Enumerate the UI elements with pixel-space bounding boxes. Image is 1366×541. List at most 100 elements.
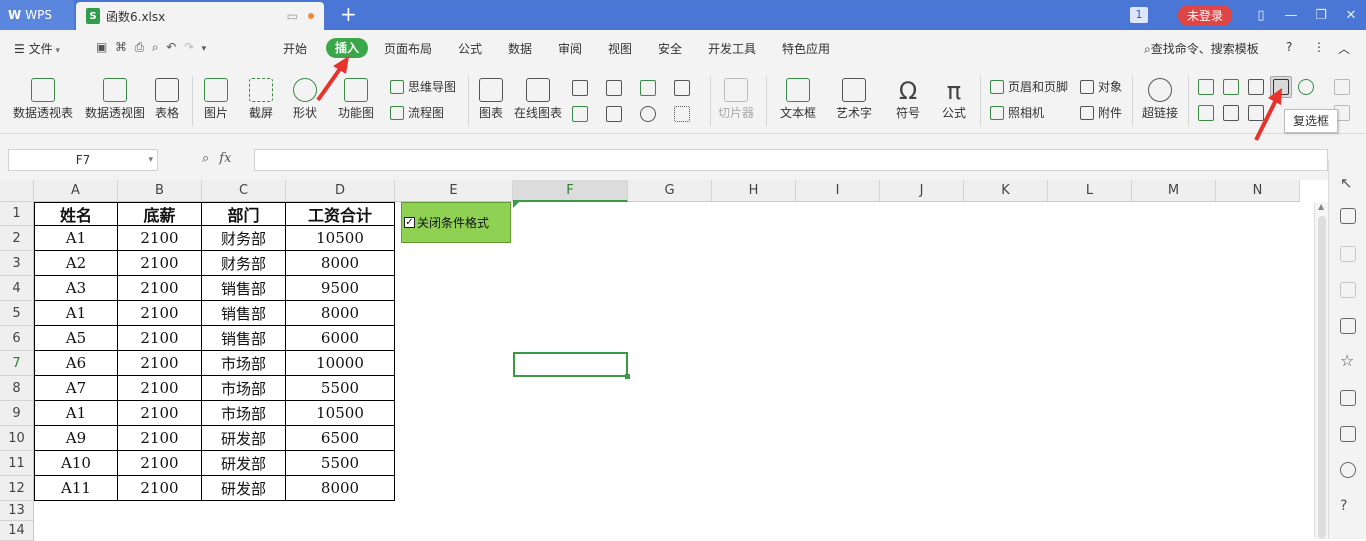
hyperlink-button[interactable]: 超链接 [1140, 78, 1180, 121]
table-cell[interactable]: A5 [34, 326, 118, 351]
scrollbar-control-icon[interactable] [1248, 105, 1264, 121]
table-cell[interactable]: 2100 [118, 451, 202, 476]
select-all-corner[interactable] [0, 180, 34, 202]
undo-icon[interactable]: ↶ [166, 40, 176, 54]
save-icon[interactable]: ▣ [96, 40, 107, 54]
file-menu[interactable]: ☰ 文件 ▾ [14, 40, 60, 57]
table-cell[interactable]: 销售部 [202, 301, 286, 326]
table-cell[interactable]: 8000 [286, 251, 395, 276]
screenshot-button[interactable]: 截屏 [243, 78, 279, 121]
table-cell[interactable]: 市场部 [202, 401, 286, 426]
selected-cell-f7[interactable] [513, 352, 630, 379]
more-icon[interactable]: ⋮ [1313, 40, 1325, 54]
table-header-cell[interactable]: 工资合计 [286, 202, 395, 226]
symbol-button[interactable]: Ω 符号 [890, 78, 926, 121]
header-footer-button[interactable]: 页眉和页脚 [990, 78, 1068, 95]
row-header-2[interactable]: 2 [0, 226, 34, 251]
area-chart-icon[interactable] [572, 106, 588, 122]
cursor-icon[interactable]: ↖ [1340, 174, 1356, 192]
table-cell[interactable]: 2100 [118, 476, 202, 501]
form-button-icon[interactable] [1248, 79, 1264, 95]
table-cell[interactable]: A1 [34, 301, 118, 326]
row-header-11[interactable]: 11 [0, 451, 34, 476]
tab-view[interactable]: 视图 [608, 40, 632, 57]
table-cell[interactable]: 2100 [118, 301, 202, 326]
print-icon[interactable]: ⎙ [135, 40, 145, 54]
table-cell[interactable]: 2100 [118, 276, 202, 301]
tab-developer[interactable]: 开发工具 [708, 40, 756, 57]
column-header-k[interactable]: K [964, 180, 1048, 202]
flowchart-button[interactable]: 流程图 [390, 104, 444, 121]
scatter-chart-icon[interactable] [674, 106, 690, 122]
vertical-scrollbar[interactable]: ▲ [1314, 202, 1328, 539]
tab-review[interactable]: 审阅 [558, 40, 582, 57]
table-cell[interactable]: A1 [34, 401, 118, 426]
online-chart-button[interactable]: 在线图表 [512, 78, 564, 121]
table-cell[interactable]: 6000 [286, 326, 395, 351]
table-cell[interactable]: 5500 [286, 451, 395, 476]
column-header-n[interactable]: N [1216, 180, 1300, 202]
properties-icon[interactable] [1334, 79, 1350, 95]
table-cell[interactable]: 研发部 [202, 451, 286, 476]
tab-insert[interactable]: 插入 [326, 38, 368, 58]
column-header-i[interactable]: I [796, 180, 880, 202]
column-header-d[interactable]: D [286, 180, 395, 202]
table-header-cell[interactable]: 姓名 [34, 202, 118, 226]
column-header-j[interactable]: J [880, 180, 964, 202]
redo-icon[interactable]: ↷ [184, 40, 194, 54]
column-header-b[interactable]: B [118, 180, 202, 202]
table-cell[interactable]: 5500 [286, 376, 395, 401]
table-cell[interactable]: 2100 [118, 401, 202, 426]
column-header-m[interactable]: M [1132, 180, 1216, 202]
table-cell[interactable]: 2100 [118, 226, 202, 251]
checkbox-control-icon[interactable] [1273, 79, 1289, 95]
command-search[interactable]: ⌕查找命令、搜索模板 [1144, 40, 1259, 57]
row-header-13[interactable]: 13 [0, 501, 34, 521]
tab-data[interactable]: 数据 [508, 40, 532, 57]
format-painter-icon[interactable]: ⌘ [115, 40, 127, 54]
pivot-table-button[interactable]: 数据透视表 [12, 78, 74, 121]
customize-dropdown-icon[interactable]: ▾ [202, 44, 207, 54]
image-gallery-icon[interactable] [1340, 318, 1356, 334]
pie-chart-icon[interactable] [640, 106, 656, 122]
radio-control-icon[interactable] [1298, 79, 1314, 95]
shapes-icon[interactable] [1340, 208, 1356, 224]
attachment-button[interactable]: 附件 [1080, 104, 1122, 121]
table-cell[interactable]: 市场部 [202, 376, 286, 401]
wps-home-tab[interactable]: W WPS [0, 0, 74, 30]
table-cell[interactable]: A1 [34, 226, 118, 251]
table-cell[interactable]: A10 [34, 451, 118, 476]
scrollbar-thumb[interactable] [1318, 216, 1326, 539]
table-cell[interactable]: A3 [34, 276, 118, 301]
picture-button[interactable]: 图片 [198, 78, 234, 121]
scroll-up-icon[interactable]: ▲ [1318, 202, 1324, 211]
formula-button[interactable]: π 公式 [936, 78, 972, 121]
name-box[interactable]: F7 ▾ [8, 149, 158, 171]
table-cell[interactable]: A9 [34, 426, 118, 451]
restore-icon[interactable]: ❐ [1306, 8, 1336, 23]
archive-icon[interactable] [1340, 390, 1356, 406]
line-chart-icon[interactable] [640, 80, 656, 96]
star-icon[interactable]: ☆ [1340, 353, 1356, 370]
column-header-c[interactable]: C [202, 180, 286, 202]
row-header-10[interactable]: 10 [0, 426, 34, 451]
column-header-g[interactable]: G [628, 180, 712, 202]
table-cell[interactable]: 10500 [286, 226, 395, 251]
table-cell[interactable]: 财务部 [202, 251, 286, 276]
print-preview-icon[interactable]: ⌕ [152, 40, 159, 54]
table-cell[interactable]: 2100 [118, 376, 202, 401]
table-cell[interactable]: 10500 [286, 401, 395, 426]
table-cell[interactable]: A7 [34, 376, 118, 401]
minimize-icon[interactable]: — [1276, 8, 1306, 23]
tab-special[interactable]: 特色应用 [782, 40, 830, 57]
tab-page-layout[interactable]: 页面布局 [384, 40, 432, 57]
table-cell[interactable]: 2100 [118, 426, 202, 451]
column-header-a[interactable]: A [34, 180, 118, 202]
table-cell[interactable]: 市场部 [202, 351, 286, 376]
table-header-cell[interactable]: 部门 [202, 202, 286, 226]
table-cell[interactable]: 2100 [118, 326, 202, 351]
stock-chart-icon[interactable] [606, 106, 622, 122]
table-cell[interactable]: 2100 [118, 351, 202, 376]
table-cell[interactable]: 8000 [286, 301, 395, 326]
document-tab[interactable]: S 函数6.xlsx ▭ [76, 2, 324, 30]
